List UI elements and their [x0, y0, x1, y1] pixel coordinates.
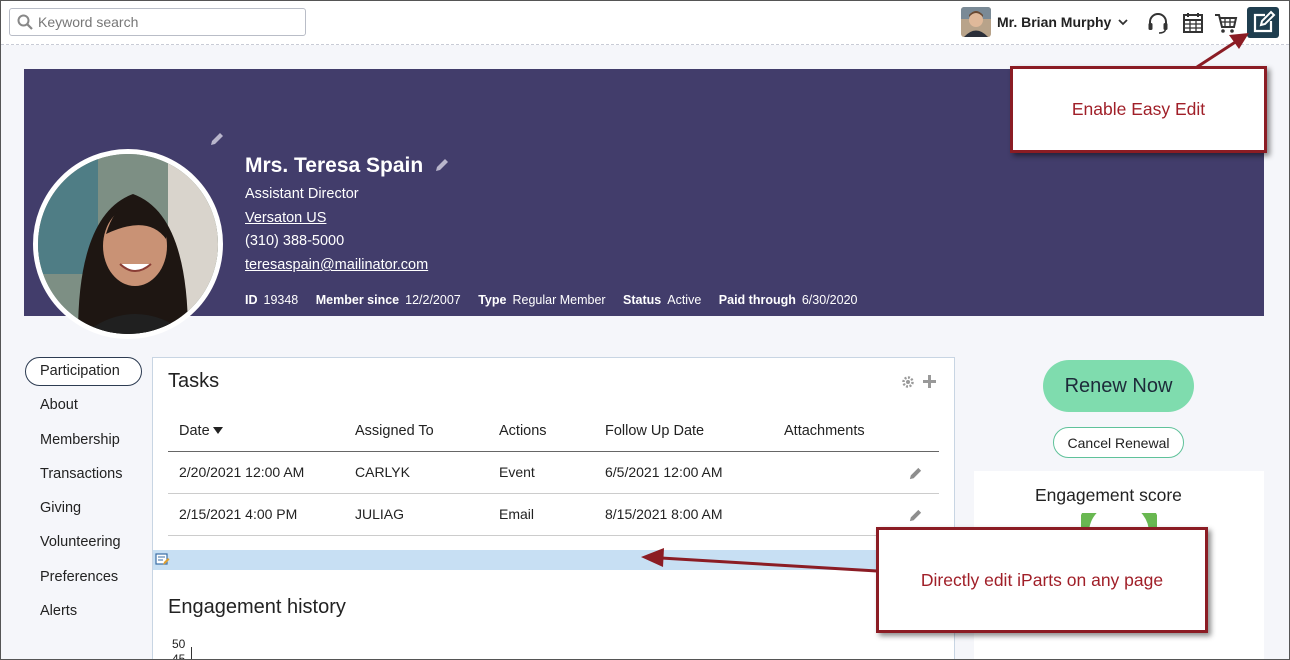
profile-title: Assistant Director — [245, 186, 359, 202]
col-header-actions[interactable]: Actions — [499, 423, 547, 439]
nav-item-volunteering[interactable]: Volunteering — [40, 534, 121, 550]
renew-now-button[interactable]: Renew Now — [1043, 360, 1194, 412]
cell-assigned-to: JULIAG — [355, 506, 405, 522]
nav-item-preferences[interactable]: Preferences — [40, 569, 118, 585]
y-axis — [191, 647, 192, 659]
profile-phone: (310) 388-5000 — [245, 233, 345, 249]
nav-item-participation[interactable]: Participation — [40, 363, 120, 379]
engagement-history-title: Engagement history — [168, 596, 346, 618]
callout-easy-edit: Enable Easy Edit — [1010, 66, 1267, 153]
paid-through-label: Paid through — [718, 293, 796, 307]
member-since-label: Member since — [315, 293, 400, 307]
tasks-title: Tasks — [168, 370, 220, 392]
callout-easy-edit-text: Enable Easy Edit — [1071, 99, 1206, 119]
user-name[interactable]: Mr. Brian Murphy — [997, 14, 1111, 30]
col-header-date[interactable]: Date — [179, 423, 223, 439]
type-label: Type — [478, 293, 507, 307]
nav-item-about[interactable]: About — [40, 397, 78, 413]
easy-edit-button[interactable] — [1247, 7, 1279, 38]
page-frame: Mr. Brian Murphy — [0, 0, 1290, 660]
cell-follow-up-date: 6/5/2021 12:00 AM — [605, 464, 723, 480]
calendar-icon[interactable] — [1181, 12, 1205, 34]
callout-iparts: Directly edit iParts on any page — [876, 527, 1208, 633]
gear-icon[interactable] — [901, 375, 915, 389]
cell-action: Email — [499, 506, 535, 522]
add-icon[interactable] — [922, 374, 937, 389]
nav-item-alerts[interactable]: Alerts — [40, 603, 77, 619]
cell-assigned-to: CARLYK — [355, 464, 410, 480]
pencil-icon[interactable] — [908, 508, 923, 523]
status-value: Active — [667, 293, 702, 307]
top-bar: Mr. Brian Murphy — [1, 1, 1289, 45]
search-icon — [17, 14, 33, 30]
cancel-renewal-button[interactable]: Cancel Renewal — [1053, 427, 1184, 458]
nav-item-transactions[interactable]: Transactions — [40, 466, 122, 482]
y-tick-label: 45 — [172, 652, 186, 660]
pencil-icon[interactable] — [908, 466, 923, 481]
cell-action: Event — [499, 464, 535, 480]
pencil-icon[interactable] — [209, 131, 225, 147]
member-since-value: 12/2/2007 — [405, 293, 461, 307]
edit-square-icon — [1253, 10, 1276, 33]
row-divider — [168, 493, 939, 494]
profile-name: Mrs. Teresa Spain — [245, 154, 424, 177]
profile-photo — [33, 149, 223, 339]
cart-icon[interactable] — [1214, 12, 1238, 34]
user-avatar[interactable] — [961, 7, 991, 37]
col-header-assigned-to[interactable]: Assigned To — [355, 423, 434, 439]
nav-item-giving[interactable]: Giving — [40, 500, 81, 516]
id-value: 19348 — [263, 293, 299, 307]
header-divider — [168, 451, 939, 452]
type-value: Regular Member — [512, 293, 606, 307]
nav-item-membership[interactable]: Membership — [40, 432, 120, 448]
engagement-score-title: Engagement score — [1035, 485, 1182, 505]
sort-desc-icon — [212, 427, 223, 434]
col-header-date-label: Date — [179, 423, 210, 439]
profile-company-link[interactable]: Versaton US — [245, 210, 326, 226]
status-label: Status — [623, 293, 662, 307]
callout-iparts-text: Directly edit iParts on any page — [920, 569, 1164, 590]
y-tick-label: 50 — [172, 637, 186, 651]
profile-email-link[interactable]: teresaspain@mailinator.com — [245, 257, 428, 273]
id-label: ID — [245, 293, 258, 307]
cell-date: 2/15/2021 4:00 PM — [179, 506, 298, 522]
ipart-edit-strip[interactable] — [153, 550, 954, 570]
chevron-down-icon[interactable] — [1118, 17, 1128, 27]
paid-through-value: 6/30/2020 — [801, 293, 858, 307]
ipart-edit-icon[interactable] — [155, 553, 170, 567]
row-divider — [168, 535, 939, 536]
cell-follow-up-date: 8/15/2021 8:00 AM — [605, 506, 723, 522]
search-input[interactable] — [38, 12, 298, 32]
cell-date: 2/20/2021 12:00 AM — [179, 464, 305, 480]
headset-icon[interactable] — [1146, 12, 1170, 34]
pencil-icon[interactable] — [434, 157, 450, 173]
keyword-search-box[interactable] — [9, 8, 306, 36]
profile-meta: ID 19348 Member since 12/2/2007 Type Regula… — [245, 293, 871, 307]
col-header-follow-up-date[interactable]: Follow Up Date — [605, 423, 704, 439]
col-header-attachments[interactable]: Attachments — [784, 423, 865, 439]
